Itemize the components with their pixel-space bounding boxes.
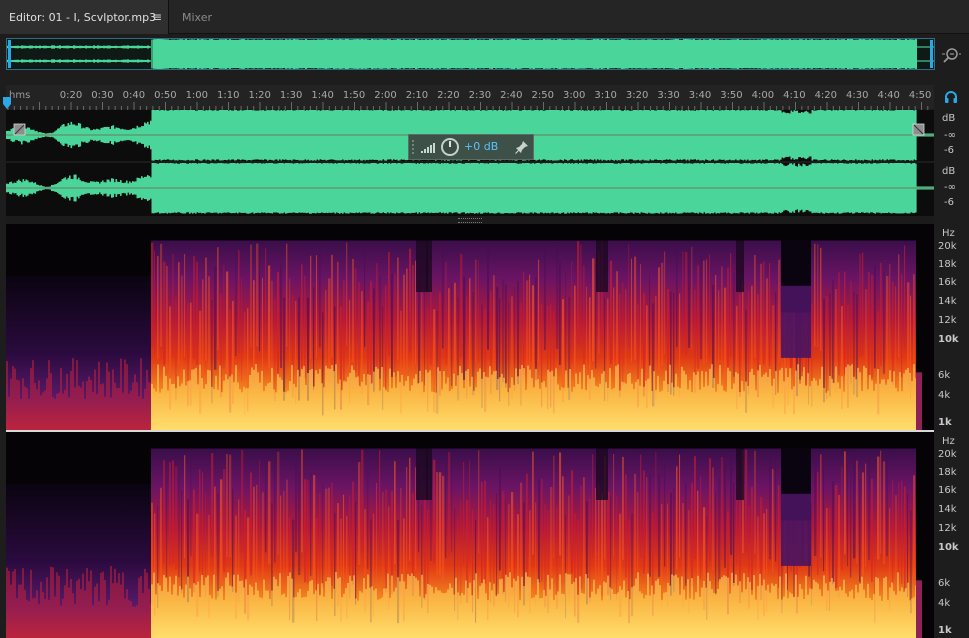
playhead-marker-icon[interactable]: [2, 97, 12, 109]
volume-hud[interactable]: +0 dB: [408, 134, 534, 160]
hz-unit-label: Hz: [942, 228, 955, 239]
hz-tick-label: 6k: [938, 578, 951, 589]
zoom-icon[interactable]: [941, 45, 961, 65]
hz-tick-label: 18k: [938, 259, 957, 270]
hz-tick-label: 4k: [938, 598, 951, 609]
hud-grip-icon[interactable]: [411, 139, 415, 155]
hz-tick-label: 1k: [938, 625, 952, 636]
tab-mixer[interactable]: Mixer: [182, 11, 212, 24]
channel-separator: [6, 430, 934, 432]
db-label-minus6: -6: [944, 197, 954, 208]
view-splitter[interactable]: [6, 216, 934, 224]
hz-tick-label: 6k: [938, 370, 951, 381]
level-bars-icon: [421, 143, 435, 153]
tab-editor[interactable]: Editor: 01 - I, Scvlptor.mp3 ≡: [0, 0, 169, 34]
hz-tick-label: 20k: [938, 241, 957, 252]
ruler-tick-marks: [7, 102, 929, 110]
hz-tick-label: 16k: [938, 485, 957, 496]
hz-tick-label: 18k: [938, 467, 957, 478]
tab-editor-label: Editor: 01 - I, Scvlptor.mp3: [9, 11, 157, 24]
hz-tick-label: 10k: [938, 334, 959, 345]
headphones-icon[interactable]: [944, 90, 958, 104]
waveform-channels: [6, 110, 934, 214]
hz-tick-label: 14k: [938, 296, 957, 307]
hz-tick-label: 16k: [938, 277, 957, 288]
frequency-scale: Hz 20k 18k 16k 14k 12k 10k 6k 4k 1k Hz 20k 18k 16k 14k…: [936, 224, 969, 638]
db-unit-label: dB: [942, 113, 956, 124]
hud-volume-value: +0 dB: [464, 140, 499, 153]
db-label-ninf: -∞: [944, 182, 956, 193]
db-label-minus6: -6: [944, 145, 954, 156]
overview-waveform: [7, 39, 934, 69]
hz-tick-label: 10k: [938, 542, 959, 553]
hz-tick-label: 12k: [938, 315, 957, 326]
spectrogram-channels: [6, 224, 934, 638]
spectrogram-left-channel: [6, 224, 934, 430]
hz-tick-label: 4k: [938, 390, 951, 401]
hz-tick-label: 1k: [938, 417, 952, 428]
waveform-display[interactable]: +0 dB: [6, 110, 934, 216]
db-label-ninf: -∞: [944, 130, 956, 141]
db-unit-label: dB: [942, 166, 956, 177]
pin-icon[interactable]: [515, 140, 529, 154]
hz-tick-label: 14k: [938, 504, 957, 515]
hz-tick-label: 12k: [938, 523, 957, 534]
volume-knob-icon[interactable]: [440, 137, 460, 157]
panel-menu-icon[interactable]: ≡: [152, 10, 162, 24]
hz-unit-label: Hz: [942, 436, 955, 447]
hz-tick-label: 20k: [938, 449, 957, 460]
overview-navigator[interactable]: [6, 38, 935, 70]
spectrogram-right-channel: [6, 432, 934, 638]
spectral-frequency-display[interactable]: [6, 224, 934, 638]
amplitude-scale: dB -∞ -6 dB -∞ -6: [936, 110, 969, 216]
